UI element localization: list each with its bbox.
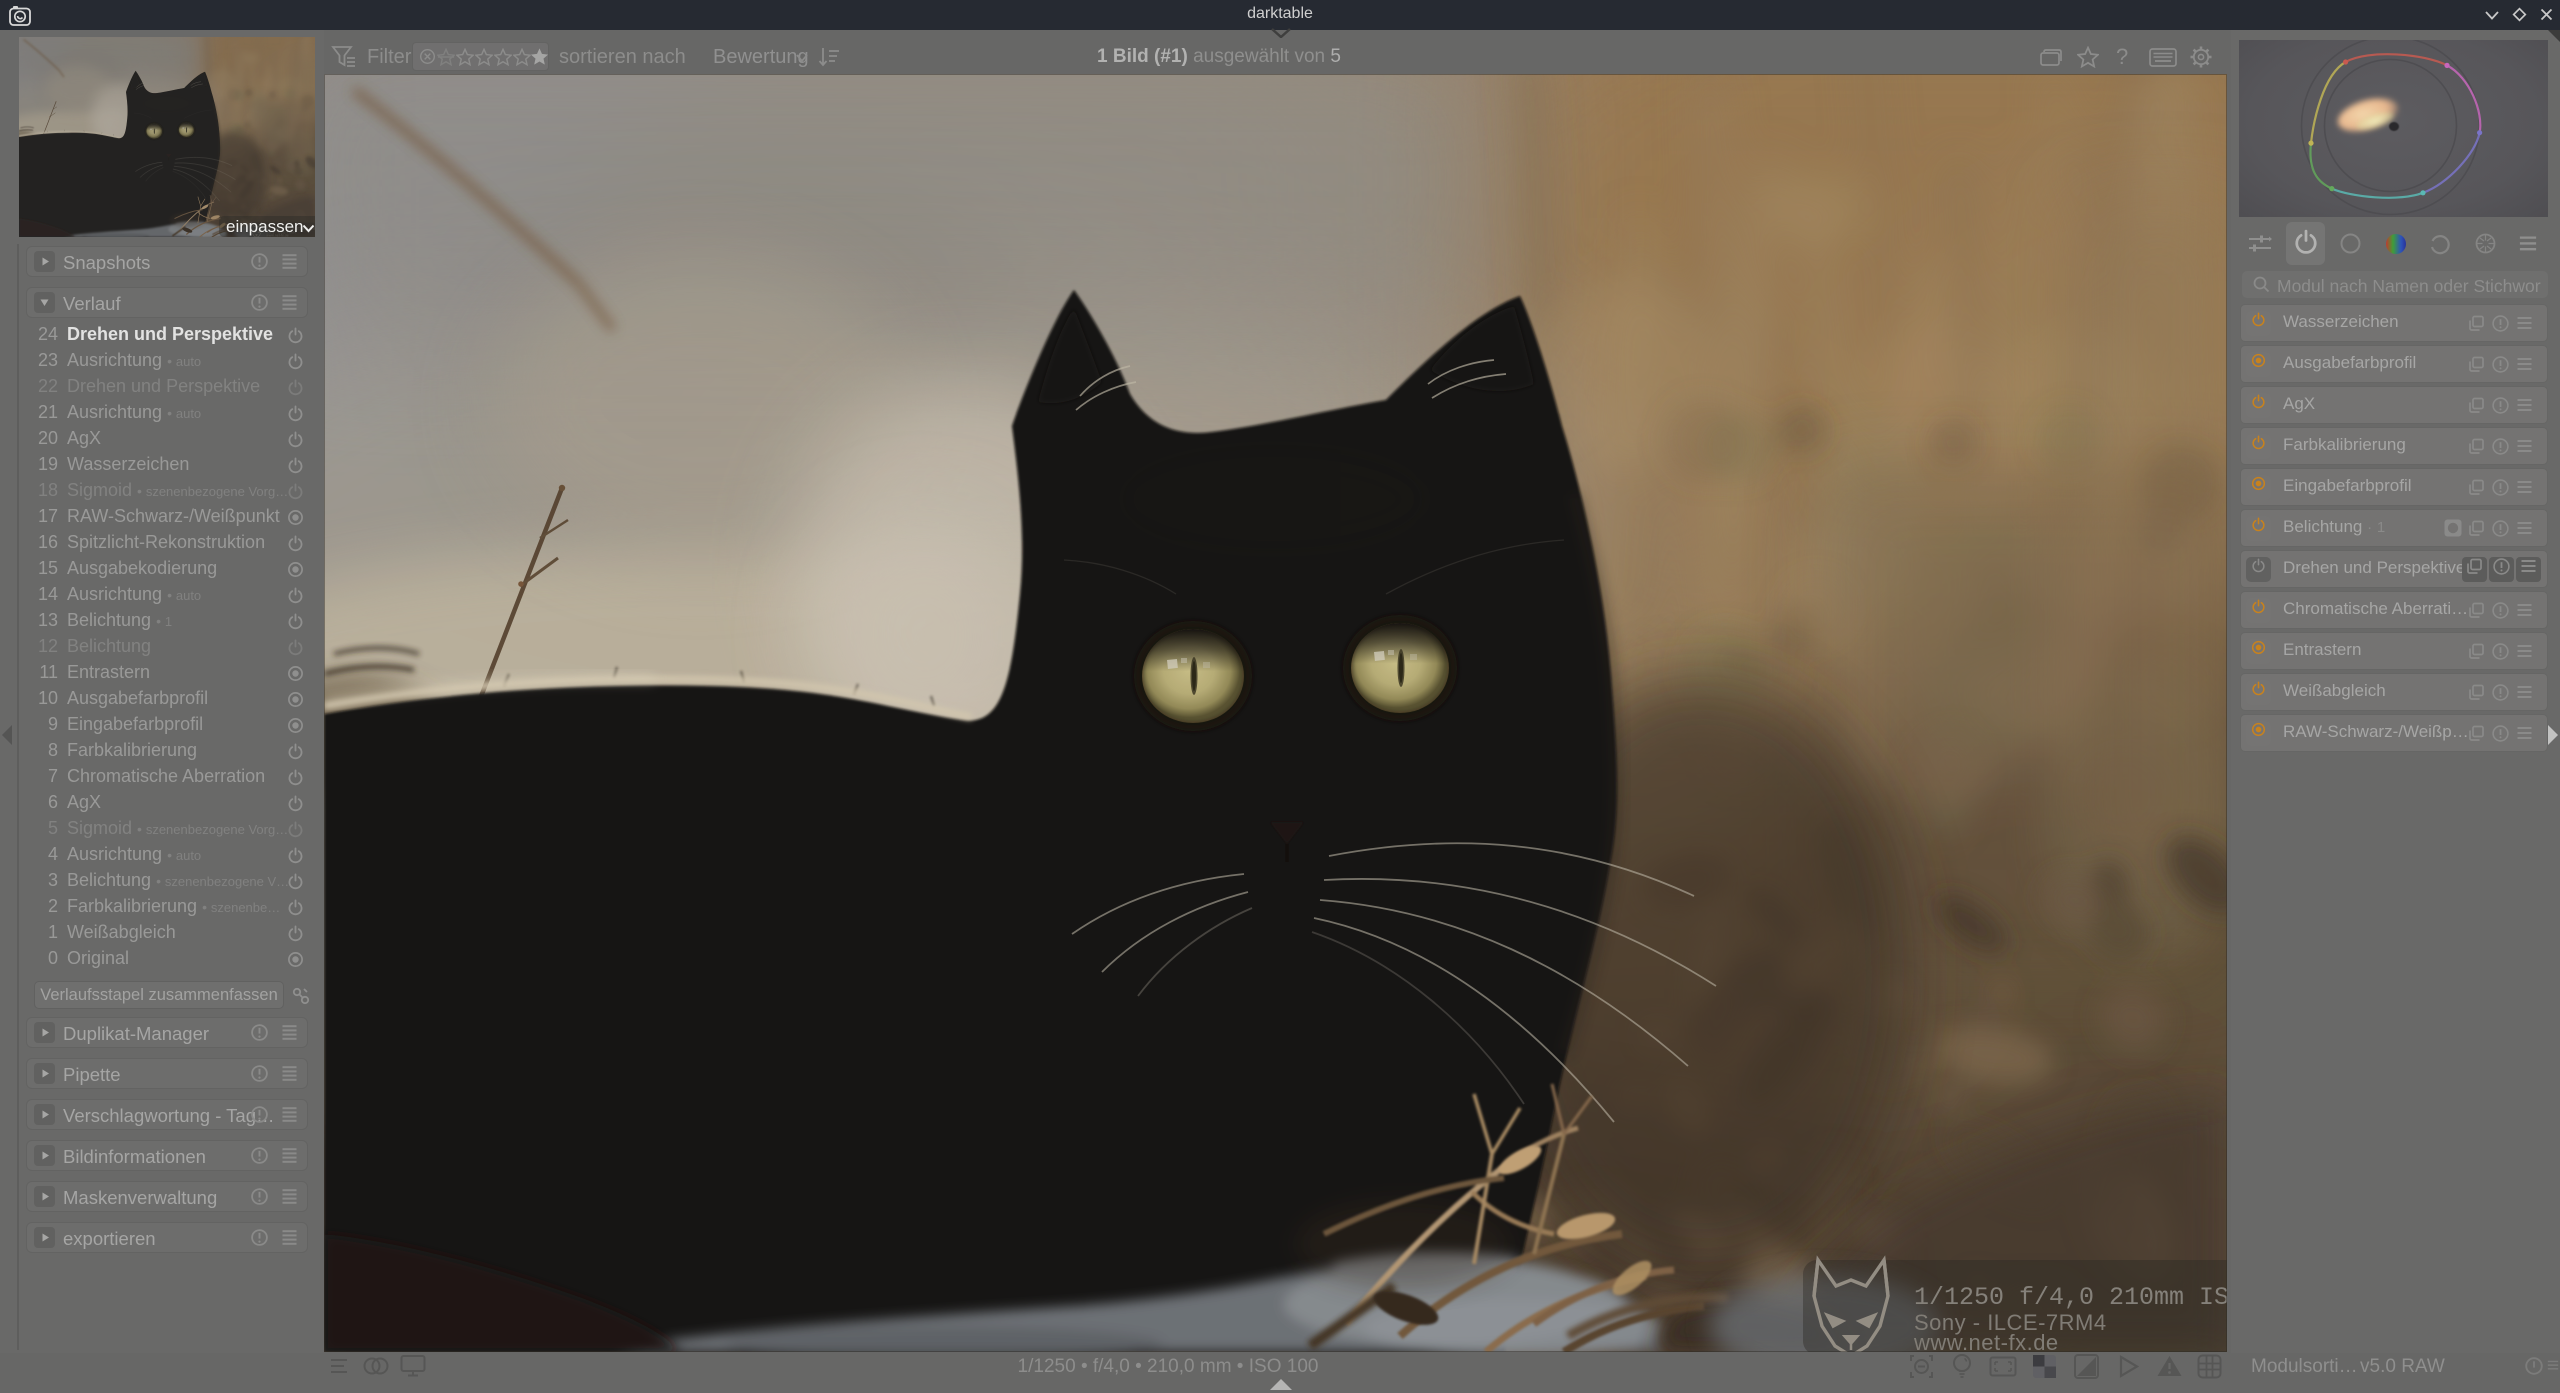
svg-text:www.net-fx.de: www.net-fx.de [1913, 1330, 2059, 1352]
svg-text:1/1250 f/4,0 210mm ISO: 1/1250 f/4,0 210mm ISO [1914, 1283, 2227, 1312]
